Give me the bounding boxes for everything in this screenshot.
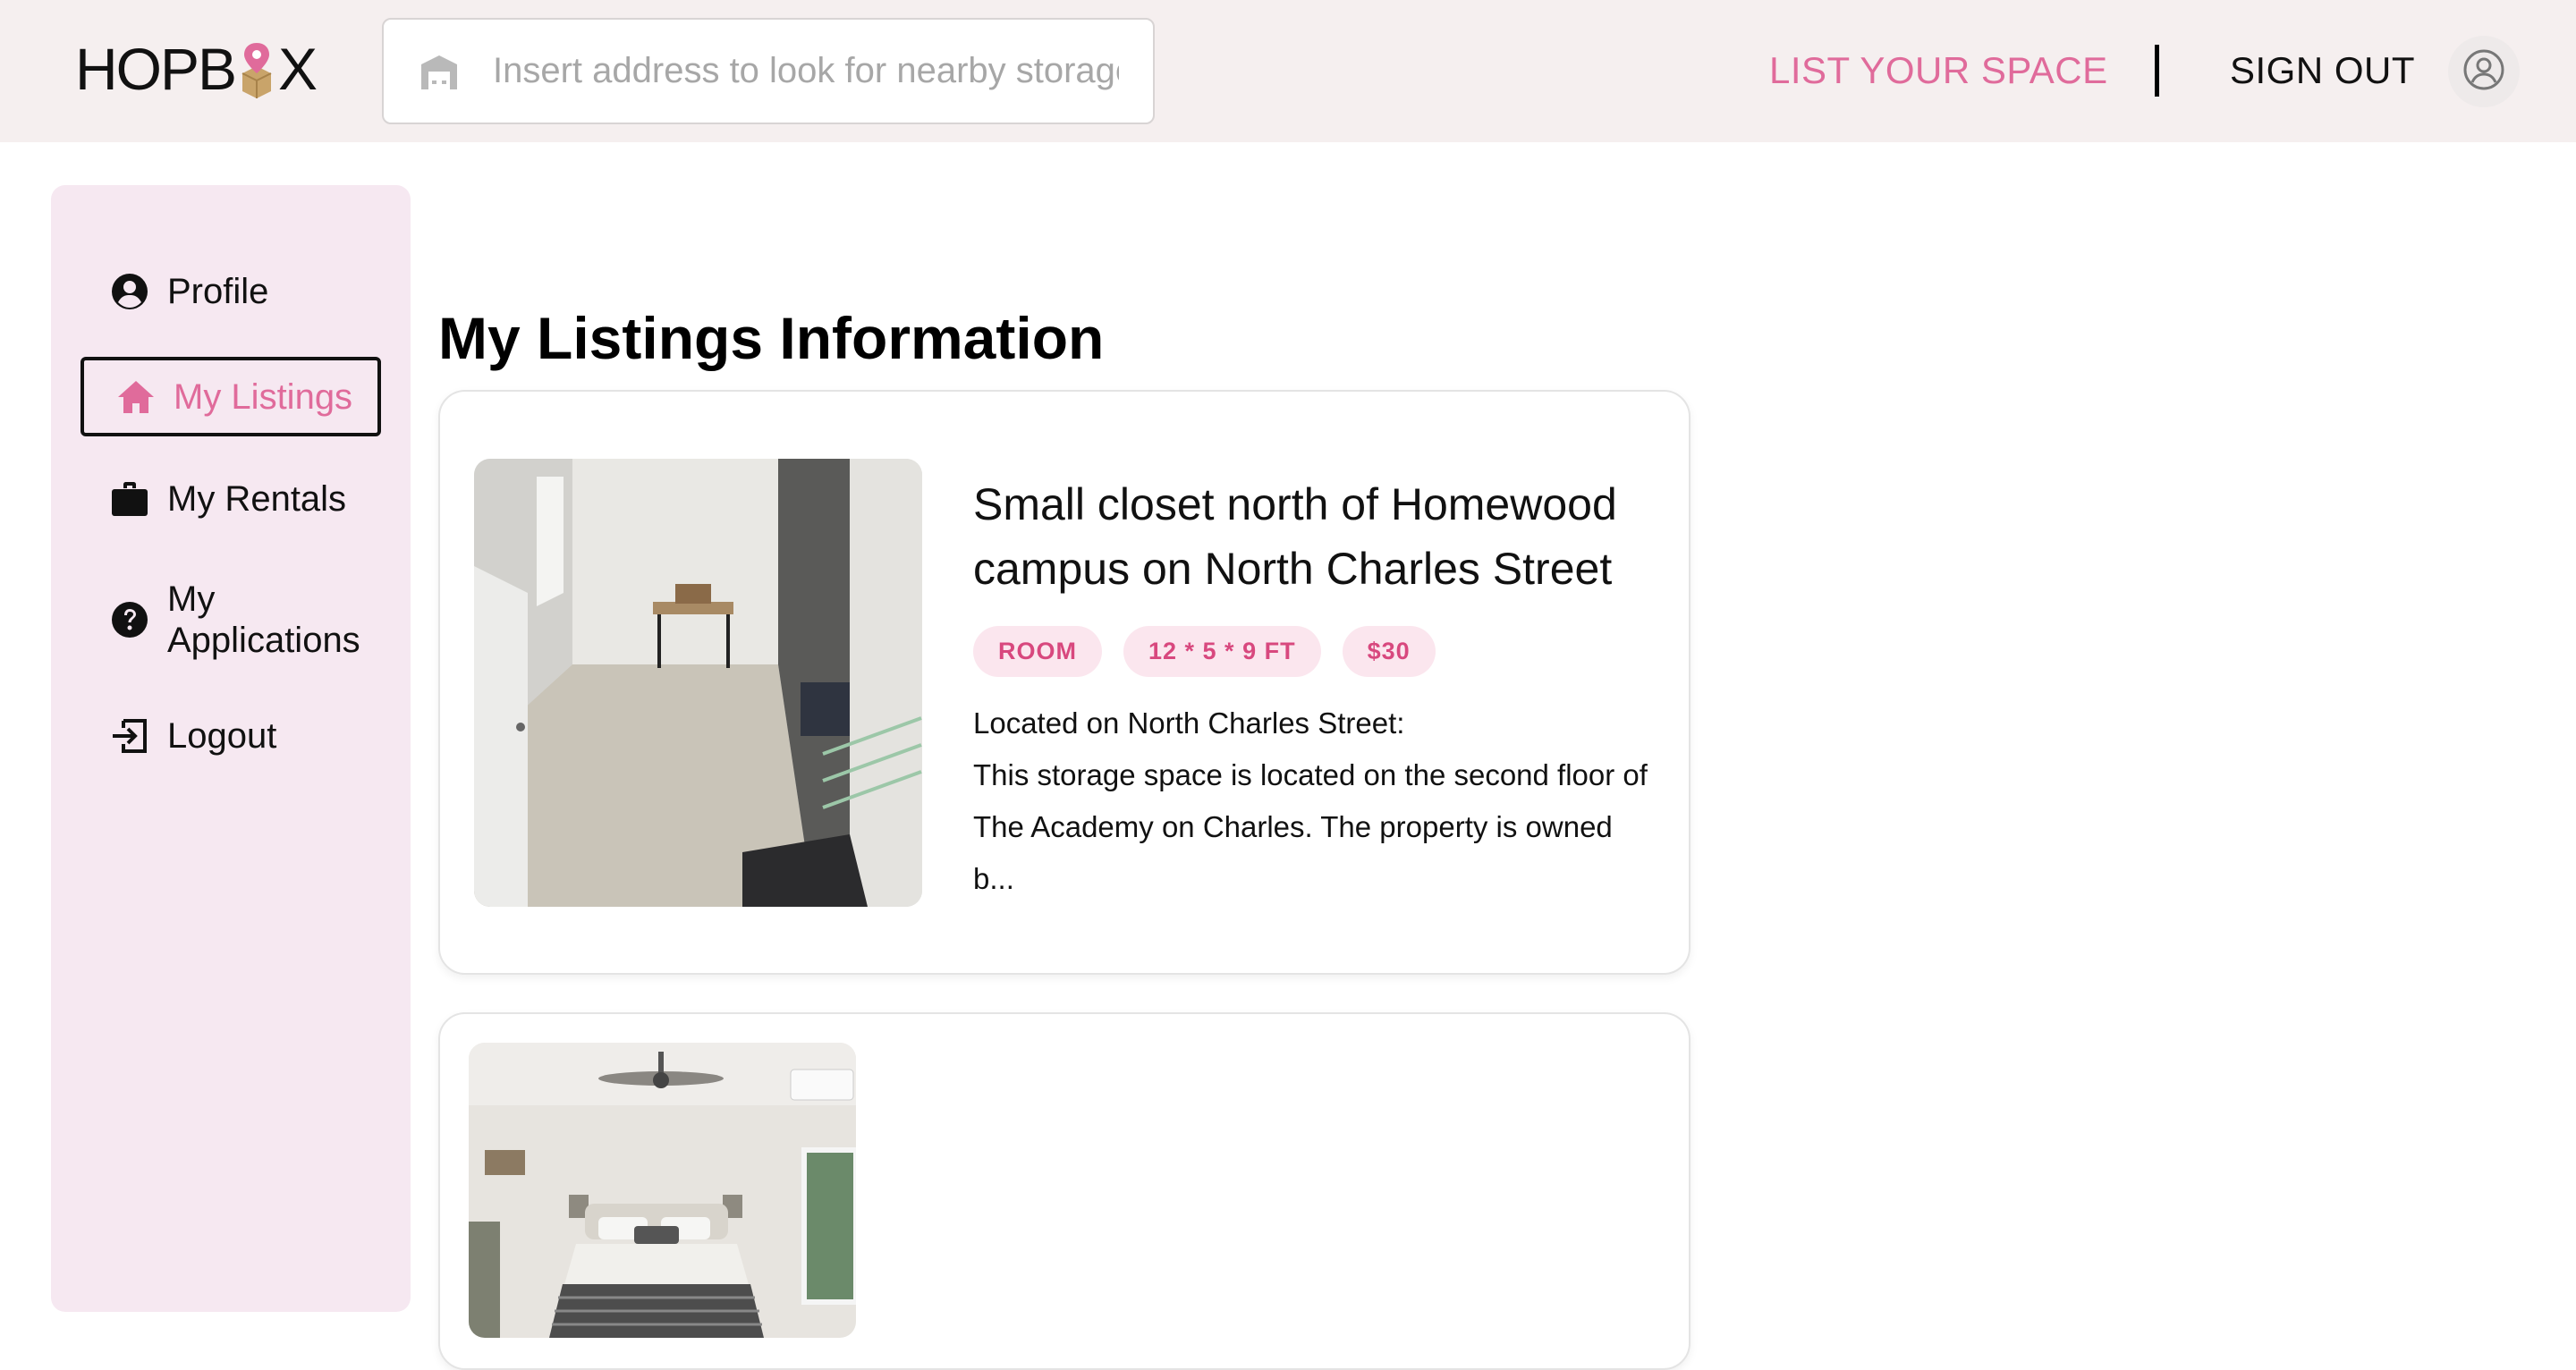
logo-box-pin-icon — [235, 38, 278, 100]
address-search-box[interactable] — [382, 18, 1155, 124]
listing-photo-closet[interactable] — [474, 459, 922, 907]
sidebar-item-profile[interactable]: Profile — [110, 271, 268, 312]
description-line: Located on North Charles Street: — [973, 706, 1405, 740]
garage-icon — [418, 50, 461, 93]
account-sidebar: Profile My Listings My Rentals My Applic… — [51, 185, 411, 1312]
description-body: This storage space is located on the sec… — [973, 758, 1648, 895]
sidebar-item-logout[interactable]: Logout — [110, 715, 276, 757]
listing-tags: ROOM 12 * 5 * 9 FT $30 — [973, 626, 1436, 677]
user-circle-icon — [110, 272, 149, 311]
listing-description: Located on North Charles Street: This st… — [973, 698, 1653, 905]
user-circle-icon — [2462, 48, 2505, 96]
sidebar-item-label: My Rentals — [167, 479, 347, 519]
sidebar-item-label: My Applications — [167, 579, 360, 660]
sidebar-item-my-rentals[interactable]: My Rentals — [110, 478, 346, 520]
listing-photo-bedroom[interactable] — [469, 1043, 856, 1338]
sidebar-item-my-applications[interactable]: My Applications — [110, 579, 378, 661]
listing-title[interactable]: Small closet north of Homewood campus on… — [973, 472, 1653, 601]
search-input[interactable] — [493, 51, 1119, 91]
header-divider — [2155, 45, 2159, 97]
sidebar-item-label: Profile — [167, 272, 269, 311]
list-your-space-link[interactable]: LIST YOUR SPACE — [1769, 49, 2108, 92]
listing-card[interactable]: Small closet north of Homewood campus on… — [438, 390, 1690, 975]
page-title: My Listings Information — [438, 305, 1105, 371]
sidebar-item-my-listings[interactable]: My Listings — [80, 357, 381, 436]
question-circle-icon — [110, 600, 149, 639]
top-header: HOPB X LIST YOUR SPACE SIGN OUT — [0, 0, 2576, 142]
hopbox-logo[interactable]: HOPB X — [75, 36, 318, 102]
logo-text-right: X — [278, 36, 318, 102]
logout-icon — [110, 716, 149, 756]
home-icon — [116, 377, 156, 417]
sign-out-link[interactable]: SIGN OUT — [2230, 49, 2415, 92]
type-badge: ROOM — [973, 626, 1102, 677]
briefcase-icon — [110, 479, 149, 519]
sidebar-item-label: Logout — [167, 716, 277, 756]
listing-card[interactable] — [438, 1012, 1690, 1370]
dimensions-badge: 12 * 5 * 9 FT — [1123, 626, 1321, 677]
account-button[interactable] — [2448, 36, 2520, 107]
price-badge: $30 — [1342, 626, 1436, 677]
sidebar-item-label: My Listings — [174, 376, 353, 417]
logo-text-left: HOPB — [75, 36, 237, 102]
